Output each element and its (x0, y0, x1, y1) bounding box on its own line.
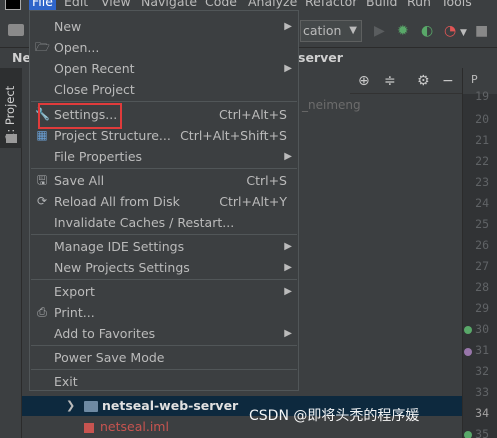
folder-open-icon: 🗁 (35, 40, 50, 54)
menu-item-reload-all[interactable]: ⟳ Reload All from Disk Ctrl+Alt+Y (30, 191, 298, 212)
iml-file-icon (84, 423, 94, 433)
line-number: 28 (475, 280, 489, 294)
menu-item-invalidate-caches[interactable]: Invalidate Caches / Restart... (30, 212, 298, 233)
line-number: 20 (475, 112, 489, 126)
module-folder-icon (84, 401, 98, 412)
menu-separator (31, 101, 297, 102)
intellij-app-icon (5, 0, 21, 10)
editor-tab[interactable]: P (471, 73, 478, 86)
menu-build[interactable]: Build (366, 0, 397, 10)
locate-icon[interactable]: ⊕ (358, 73, 370, 89)
menu-separator (31, 345, 297, 346)
submenu-arrow-icon: ▶ (284, 328, 292, 339)
menu-bar: File Edit View Navigate Code Analyze Ref… (0, 0, 497, 10)
file-menu-dropdown: New ▶ 🗁 Open... Open Recent ▶ Close Proj… (29, 10, 299, 391)
menu-item-exit[interactable]: Exit (30, 371, 298, 392)
settings-highlight-box (38, 103, 122, 129)
menu-edit[interactable]: Edit (64, 0, 88, 10)
chevron-down-icon: ▼ (349, 25, 357, 36)
menu-item-save-all[interactable]: 🖫 Save All Ctrl+S (30, 170, 298, 191)
menu-item-new[interactable]: New ▶ (30, 16, 298, 37)
menu-view[interactable]: View (101, 0, 131, 10)
line-number: 19 (475, 89, 489, 103)
gutter-marker-icon[interactable] (464, 348, 472, 356)
menu-item-new-projects-settings[interactable]: New Projects Settings ▶ (30, 257, 298, 278)
submenu-arrow-icon: ▶ (284, 262, 292, 273)
menu-navigate[interactable]: Navigate (141, 0, 197, 10)
menu-item-add-to-favorites[interactable]: Add to Favorites ▶ (30, 323, 298, 344)
menu-run[interactable]: Run (407, 0, 431, 10)
line-number: 23 (475, 175, 489, 189)
menu-item-open-recent[interactable]: Open Recent ▶ (30, 58, 298, 79)
reload-icon: ⟳ (36, 194, 48, 208)
left-tool-strip: 1: Project (0, 48, 22, 438)
menu-item-open[interactable]: 🗁 Open... (30, 37, 298, 58)
gear-icon[interactable]: ⚙ (417, 73, 430, 89)
menu-item-close-project[interactable]: Close Project (30, 79, 298, 100)
project-structure-icon: ▦ (36, 128, 48, 142)
line-number: 25 (475, 217, 489, 231)
folder-icon (6, 134, 17, 143)
line-number: 24 (475, 196, 489, 210)
hide-icon[interactable]: − (442, 73, 454, 89)
line-number: 29 (475, 301, 489, 315)
line-number: 35 (475, 427, 489, 438)
print-icon: ⎙ (37, 305, 47, 319)
line-number-current: 34 (475, 406, 489, 420)
submenu-arrow-icon: ▶ (284, 151, 292, 162)
csdn-watermark: CSDN @即将头秃的程序媛 (249, 408, 420, 424)
menu-item-manage-ide-settings[interactable]: Manage IDE Settings ▶ (30, 236, 298, 257)
submenu-arrow-icon: ▶ (284, 286, 292, 297)
submenu-arrow-icon: ▶ (284, 241, 292, 252)
debug-icon[interactable]: ✹ (397, 24, 409, 38)
line-number: 22 (475, 154, 489, 168)
save-icon: 🖫 (36, 173, 48, 187)
coverage-icon[interactable]: ◐ (421, 24, 433, 38)
line-number: 33 (475, 385, 489, 399)
line-number: 31 (475, 343, 489, 357)
profile-icon[interactable]: ◔ (444, 24, 456, 38)
line-number: 32 (475, 364, 489, 378)
menu-separator (31, 168, 297, 169)
menu-separator (31, 369, 297, 370)
line-number: 26 (475, 238, 489, 252)
gutter-marker-icon[interactable] (464, 431, 472, 438)
menu-refactor[interactable]: Refactor (305, 0, 357, 10)
menu-tools[interactable]: Tools (441, 0, 472, 10)
run-icon[interactable]: ▶ (374, 24, 385, 38)
collapse-all-icon[interactable]: ≑ (384, 73, 396, 89)
menu-code[interactable]: Code (205, 0, 237, 10)
menu-separator (31, 234, 297, 235)
submenu-arrow-icon: ▶ (284, 63, 292, 74)
gutter-marker-icon[interactable] (464, 326, 472, 334)
menu-item-power-save-mode[interactable]: Power Save Mode (30, 347, 298, 368)
editor-gutter: 19 20 21 22 23 24 25 26 27 28 29 30 31 3… (462, 89, 497, 438)
open-folder-icon[interactable] (8, 24, 24, 36)
menu-item-export[interactable]: Export ▶ (30, 281, 298, 302)
chevron-right-icon[interactable]: ❯ (66, 396, 75, 416)
menu-separator (31, 279, 297, 280)
submenu-arrow-icon: ▶ (284, 21, 292, 32)
stop-icon[interactable]: ■ (475, 24, 488, 38)
line-number: 27 (475, 259, 489, 273)
chevron-down-icon[interactable]: ▼ (460, 26, 467, 40)
run-configuration-select[interactable]: cation ▼ (300, 20, 362, 42)
project-panel-toolbar: ⊕ ≑ ⚙ − (350, 70, 462, 94)
menu-file[interactable]: File (29, 0, 56, 10)
menu-item-print[interactable]: ⎙ Print... (30, 302, 298, 323)
menu-analyze[interactable]: Analyze (248, 0, 297, 10)
line-number: 21 (475, 133, 489, 147)
line-number: 30 (475, 322, 489, 336)
menu-item-file-properties[interactable]: File Properties ▶ (30, 146, 298, 167)
